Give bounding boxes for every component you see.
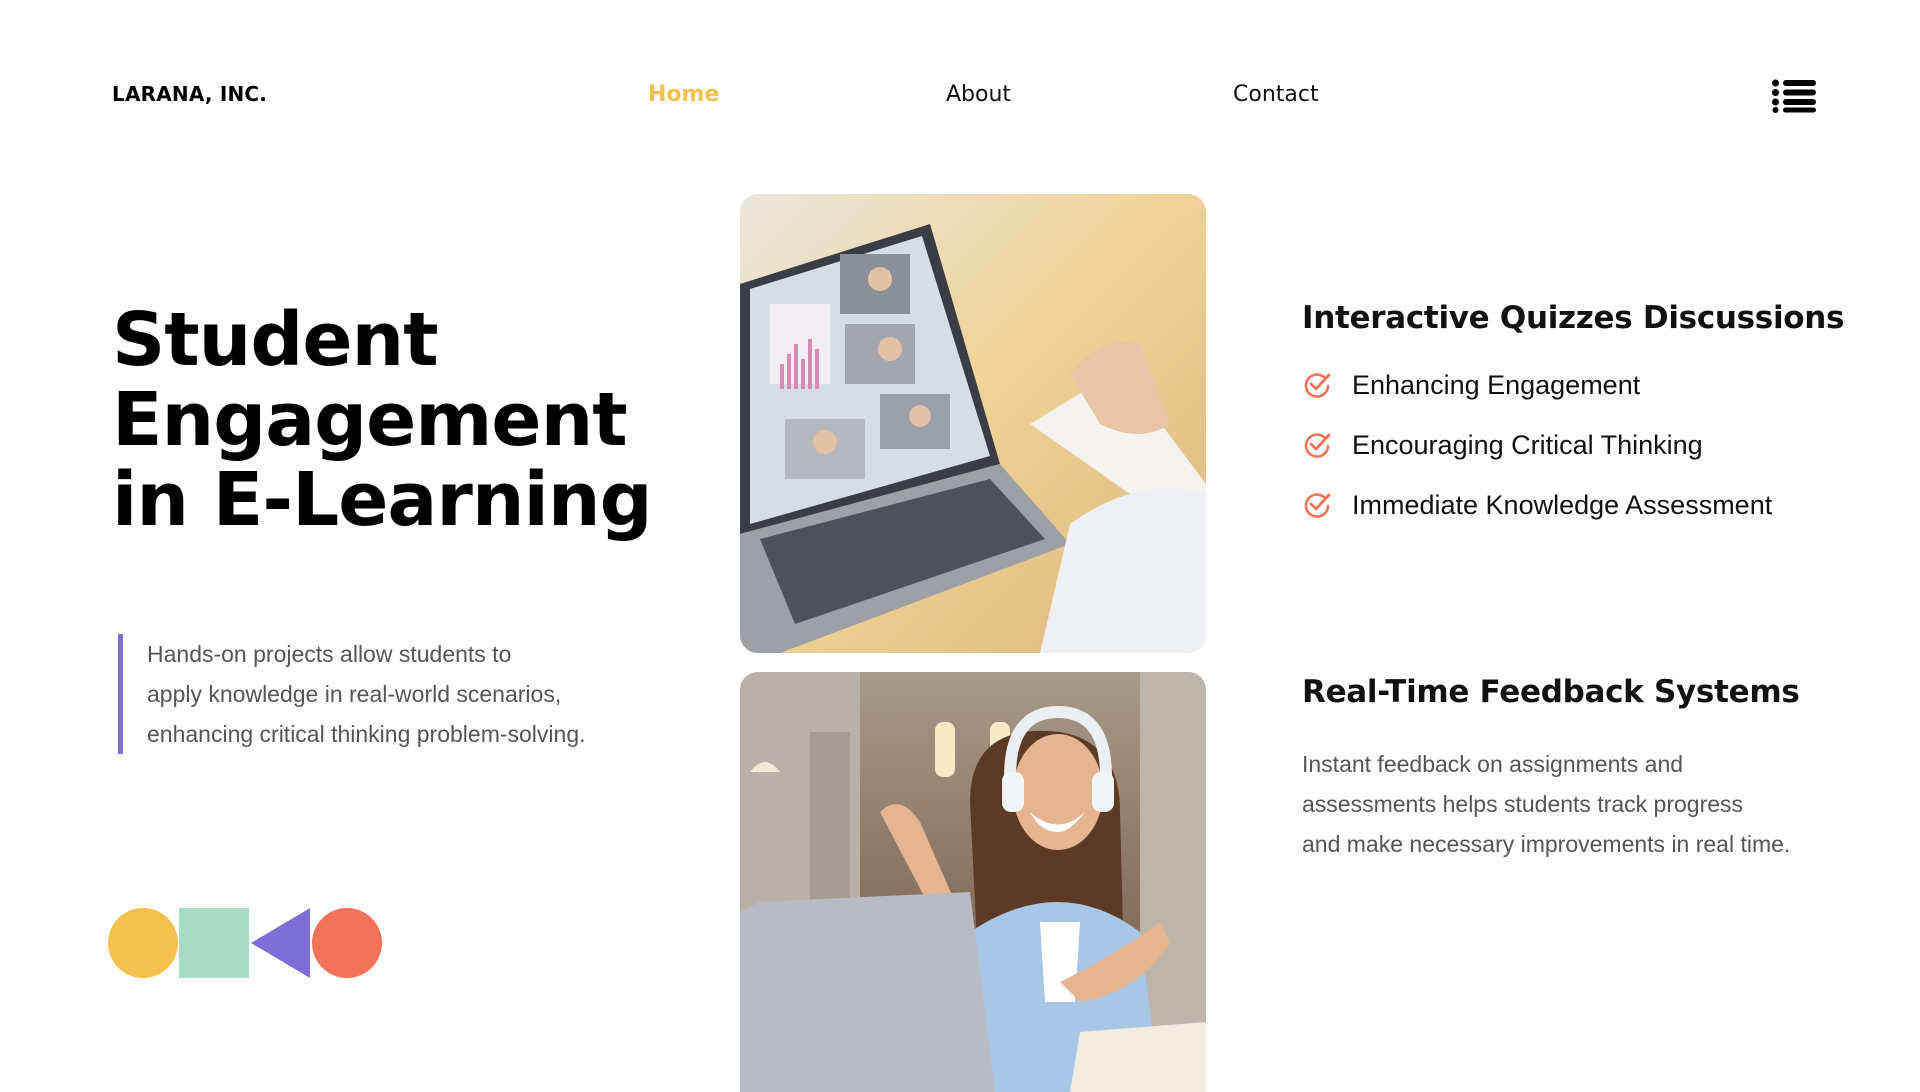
purple-triangle-shape [251, 908, 310, 978]
list-item: Immediate Knowledge Assessment [1302, 490, 1772, 520]
list-item: Enhancing Engagement [1302, 370, 1772, 400]
nav-home-link[interactable]: Home [648, 82, 719, 107]
section-title-feedback: Real-Time Feedback Systems [1302, 674, 1800, 710]
feature-label: Enhancing Engagement [1352, 369, 1641, 400]
desc-line: assessments helps students track progres… [1302, 791, 1744, 817]
decorative-shapes [108, 908, 382, 978]
hero-title: Student Engagement in E-Learning [112, 300, 672, 540]
feature-list: Enhancing Engagement Encouraging Critica… [1302, 370, 1772, 550]
quote-line: Hands-on projects allow students to [147, 641, 512, 667]
mint-square-shape [179, 908, 249, 978]
quote-line: enhancing critical thinking problem-solv… [147, 721, 586, 747]
feature-label: Immediate Knowledge Assessment [1352, 489, 1773, 520]
check-circle-icon [1302, 490, 1332, 520]
hero-title-line: Engagement [112, 377, 628, 463]
hero-title-line: Student [112, 297, 439, 383]
feature-label: Encouraging Critical Thinking [1352, 429, 1703, 460]
coral-circle-shape [312, 908, 382, 978]
woman-headphones-laptop-photo [740, 672, 1206, 1092]
desc-line: Instant feedback on assignments and [1302, 751, 1684, 777]
brand-logo[interactable]: LARANA, INC. [112, 82, 267, 106]
hamburger-menu-icon[interactable] [1772, 79, 1816, 113]
hero-title-line: in E-Learning [112, 457, 653, 543]
section-title-quizzes: Interactive Quizzes Discussions [1302, 300, 1845, 336]
laptop-video-conference-photo [740, 194, 1206, 653]
list-item: Encouraging Critical Thinking [1302, 430, 1772, 460]
nav-about-link[interactable]: About [946, 82, 1011, 107]
check-circle-icon [1302, 430, 1332, 460]
quote-line: apply knowledge in real-world scenarios, [147, 681, 562, 707]
nav-contact-link[interactable]: Contact [1233, 82, 1319, 107]
hero-quote: Hands-on projects allow students to appl… [118, 634, 667, 754]
feedback-description: Instant feedback on assignments and asse… [1302, 744, 1842, 864]
desc-line: and make necessary improvements in real … [1302, 831, 1791, 857]
yellow-circle-shape [108, 908, 178, 978]
check-circle-icon [1302, 370, 1332, 400]
